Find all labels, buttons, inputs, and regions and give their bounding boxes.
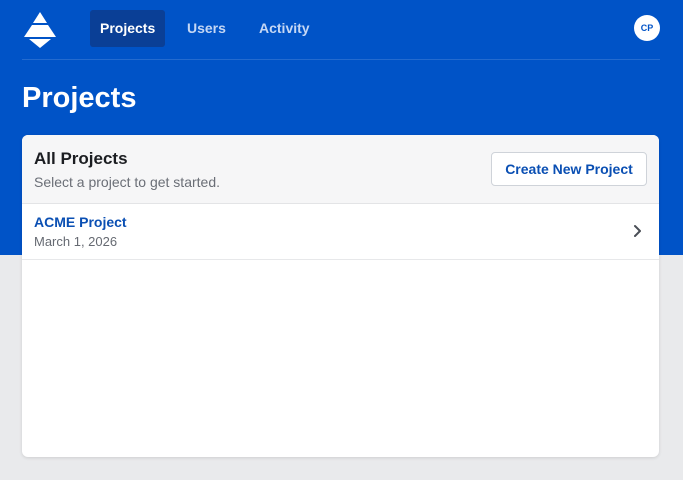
nav-link-activity[interactable]: Activity xyxy=(249,10,320,47)
project-name[interactable]: ACME Project xyxy=(34,214,127,230)
top-navigation: Projects Users Activity CP xyxy=(22,0,660,60)
project-list-item[interactable]: ACME Project March 1, 2026 xyxy=(22,204,659,260)
nav-link-projects[interactable]: Projects xyxy=(90,10,166,47)
user-avatar[interactable]: CP xyxy=(634,15,660,41)
projects-card: All Projects Select a project to get sta… xyxy=(22,135,659,457)
chevron-right-icon[interactable] xyxy=(633,224,643,238)
project-date: March 1, 2026 xyxy=(34,234,118,249)
nav-link-users[interactable]: Users xyxy=(177,10,236,47)
create-new-project-button[interactable]: Create New Project xyxy=(491,152,647,186)
card-header: All Projects Select a project to get sta… xyxy=(22,135,659,204)
page-title: Projects xyxy=(22,82,137,114)
card-subtitle: Select a project to get started. xyxy=(34,174,220,190)
triangle-logo-icon[interactable] xyxy=(24,12,56,48)
card-title: All Projects xyxy=(34,149,128,168)
